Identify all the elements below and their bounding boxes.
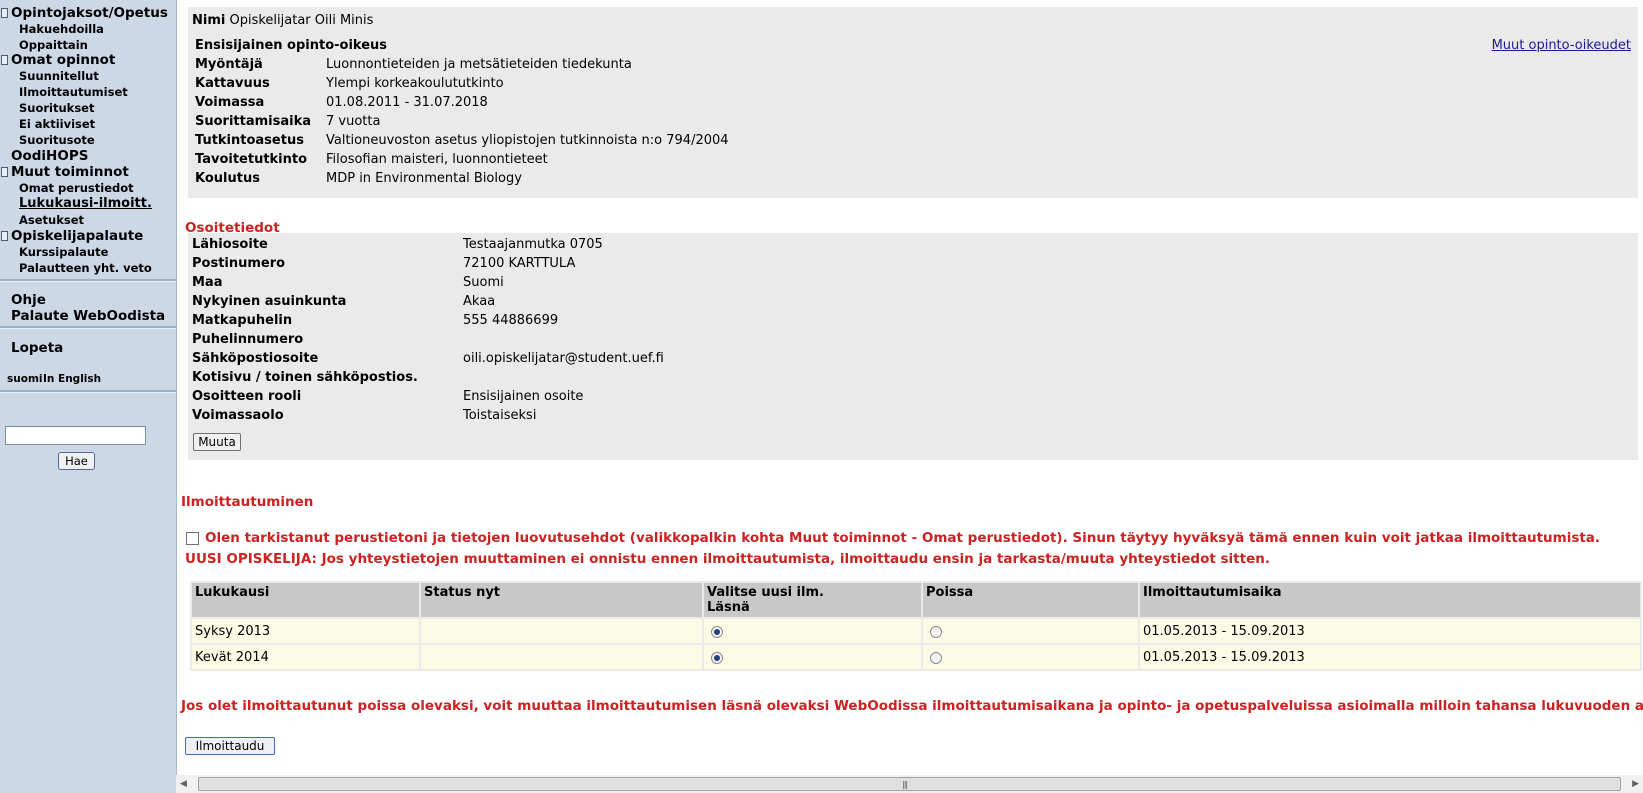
address-label: Lähiosoite (192, 237, 268, 252)
right-value: Luonnontieteiden ja metsätieteiden tiede… (326, 57, 632, 72)
table-row: Kevät 2014 01.05.2013 - 15.09.2013 (192, 645, 1640, 669)
absent-cell (923, 645, 1138, 669)
right-value: Valtioneuvoston asetus yliopistojen tutk… (326, 133, 729, 148)
col-header: Ilmoittautumisaika (1140, 583, 1640, 617)
registration-title: Ilmoittautuminen (181, 494, 314, 510)
address-value: Suomi (463, 275, 504, 290)
present-cell (704, 619, 921, 643)
absence-note: Jos olet ilmoittautunut poissa olevaksi,… (181, 698, 1643, 714)
confirm-checkbox[interactable] (186, 532, 199, 545)
address-label: Voimassaolo (192, 408, 284, 423)
address-value: Testaajanmutka 0705 (463, 237, 603, 252)
present-radio[interactable] (711, 626, 723, 638)
search-button[interactable]: Hae (58, 452, 95, 470)
period-cell: 01.05.2013 - 15.09.2013 (1140, 619, 1640, 643)
col-header: Valitse uusi ilm. Läsnä (704, 583, 921, 617)
status-cell (421, 619, 702, 643)
square-bullet-icon (1, 55, 8, 65)
col-header: Poissa (923, 583, 1138, 617)
address-label: Osoitteen rooli (192, 389, 302, 404)
right-label: Kattavuus (195, 76, 270, 91)
status-cell (421, 645, 702, 669)
nav-divider (0, 279, 176, 282)
right-label: Koulutus (195, 171, 260, 186)
address-label: Matkapuhelin (192, 313, 293, 328)
address-value: Akaa (463, 294, 496, 309)
study-right-title: Ensisijainen opinto-oikeus (195, 38, 388, 53)
address-label: Puhelinnumero (192, 332, 304, 347)
square-bullet-icon (1, 8, 8, 18)
student-name-row: Nimi Opiskelijatar Oili Minis (192, 13, 374, 28)
right-label: Tutkintoasetus (195, 133, 304, 148)
student-name: Opiskelijatar Oili Minis (229, 13, 374, 28)
col-header: Lukukausi (192, 583, 419, 617)
study-right-panel: Nimi Opiskelijatar Oili Minis Ensisijain… (188, 7, 1638, 198)
absent-radio[interactable] (930, 652, 942, 664)
address-value: oili.opiskelijatar@student.uef.fi (463, 351, 664, 366)
absent-radio[interactable] (930, 626, 942, 638)
col-header: Status nyt (421, 583, 702, 617)
right-value: 7 vuotta (326, 114, 381, 129)
horizontal-scrollbar[interactable]: ◀ ||| ▶ (176, 775, 1643, 793)
right-label: Tavoitetutkinto (195, 152, 308, 167)
right-value: MDP in Environmental Biology (326, 171, 522, 186)
address-value: Toistaiseksi (463, 408, 537, 423)
sidebar: Opintojaksot/Opetus Hakuehdoilla Oppaitt… (0, 0, 177, 793)
scrollbar-thumb[interactable]: ||| (198, 777, 1621, 791)
address-label: Maa (192, 275, 223, 290)
address-value: 72100 KARTTULA (463, 256, 576, 271)
search-input[interactable] (5, 426, 146, 445)
address-label: Nykyinen asuinkunta (192, 294, 347, 309)
square-bullet-icon (1, 167, 8, 177)
address-value: Ensisijainen osoite (463, 389, 584, 404)
term-table: Lukukausi Status nyt Valitse uusi ilm. L… (190, 581, 1642, 671)
lang-english[interactable]: In English (43, 373, 101, 385)
register-button[interactable]: Ilmoittaudu (185, 737, 275, 755)
right-value: Filosofian maisteri, luonnontieteet (326, 152, 548, 167)
confirm-text: Olen tarkistanut perustietoni ja tietoje… (205, 530, 1601, 546)
lang-suomi[interactable]: suomi (7, 373, 42, 385)
present-cell (704, 645, 921, 669)
right-label: Myöntäjä (195, 57, 263, 72)
square-bullet-icon (1, 231, 8, 241)
address-label: Sähköpostiosoite (192, 351, 319, 366)
right-label: Voimassa (195, 95, 265, 110)
table-row: Syksy 2013 01.05.2013 - 15.09.2013 (192, 619, 1640, 643)
period-cell: 01.05.2013 - 15.09.2013 (1140, 645, 1640, 669)
nav-divider (0, 390, 176, 393)
nav-divider (0, 326, 176, 329)
other-rights-link[interactable]: Muut opinto-oikeudet (1492, 38, 1631, 57)
grip-icon: ||| (902, 780, 908, 789)
present-radio[interactable] (711, 652, 723, 664)
term-cell: Kevät 2014 (192, 645, 419, 669)
address-label: Kotisivu / toinen sähköpostios. (192, 370, 418, 385)
address-value: 555 44886699 (463, 313, 559, 328)
main-content: Nimi Opiskelijatar Oili Minis Ensisijain… (176, 0, 1643, 793)
edit-address-button[interactable]: Muuta (193, 433, 241, 451)
table-header-row: Lukukausi Status nyt Valitse uusi ilm. L… (192, 583, 1640, 617)
term-cell: Syksy 2013 (192, 619, 419, 643)
right-value: 01.08.2011 - 31.07.2018 (326, 95, 488, 110)
arrow-right-icon[interactable]: ▶ (1632, 779, 1639, 789)
right-value: Ylempi korkeakoulututkinto (326, 76, 504, 91)
right-label: Suorittamisaika (195, 114, 312, 129)
new-student-text: UUSI OPISKELIJA: Jos yhteystietojen muut… (185, 551, 1270, 567)
address-panel: Lähiosoite Testaajanmutka 0705 Postinume… (188, 233, 1638, 460)
address-label: Postinumero (192, 256, 286, 271)
arrow-left-icon[interactable]: ◀ (180, 779, 187, 789)
absent-cell (923, 619, 1138, 643)
